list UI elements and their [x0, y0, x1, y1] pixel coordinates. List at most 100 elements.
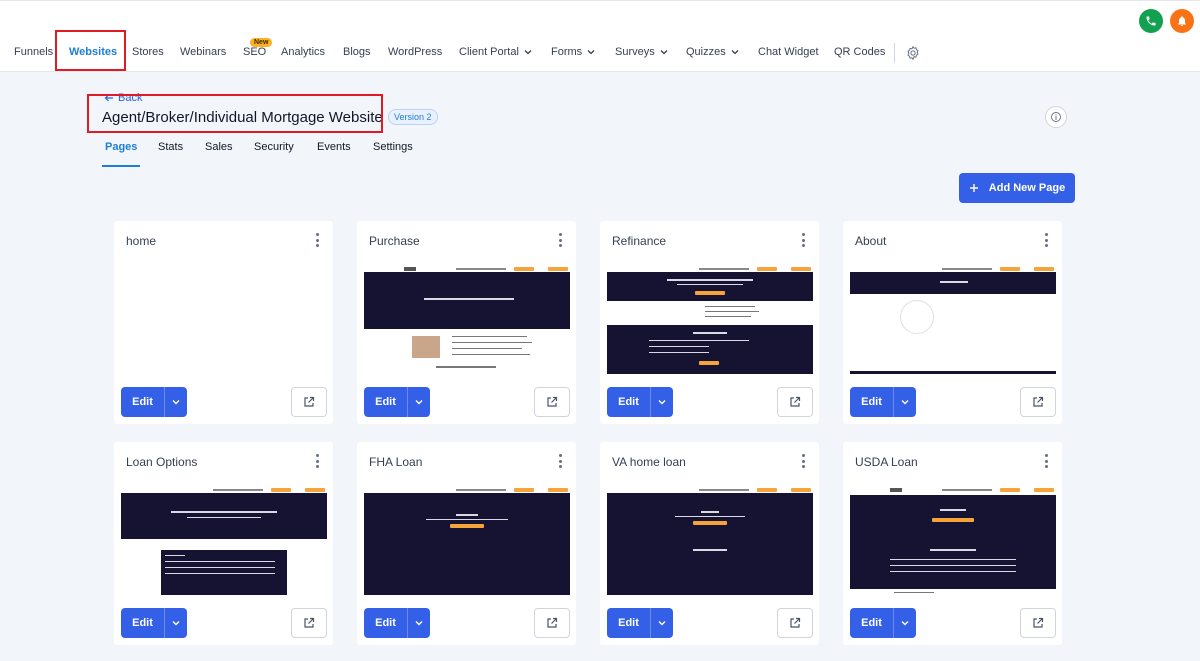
page-name: Refinance — [612, 234, 667, 248]
page-thumbnail[interactable] — [121, 266, 327, 374]
page-thumbnail[interactable] — [364, 266, 570, 374]
nav-seo[interactable]: SEO — [243, 46, 266, 58]
edit-button[interactable]: Edit — [850, 608, 893, 638]
tab-pages[interactable]: Pages — [105, 141, 137, 153]
page-name: Purchase — [369, 234, 420, 248]
add-new-page-button[interactable]: Add New Page — [959, 173, 1075, 203]
chevron-down-icon — [658, 400, 666, 405]
edit-dropdown-button[interactable] — [164, 387, 187, 417]
edit-dropdown-button[interactable] — [893, 608, 916, 638]
edit-button-group: Edit — [121, 387, 187, 417]
title-highlight-box — [87, 94, 383, 133]
page-thumbnail[interactable] — [121, 487, 327, 595]
external-link-icon — [790, 396, 801, 407]
page-thumbnail[interactable] — [364, 487, 570, 595]
open-external-button[interactable] — [534, 387, 570, 417]
page-thumbnail[interactable] — [607, 266, 813, 374]
nav-blogs[interactable]: Blogs — [343, 46, 371, 58]
open-external-button[interactable] — [777, 608, 813, 638]
phone-icon — [1146, 16, 1156, 26]
chevron-down-icon — [660, 50, 668, 55]
edit-button[interactable]: Edit — [364, 608, 407, 638]
edit-button[interactable]: Edit — [850, 387, 893, 417]
more-options-icon[interactable] — [315, 233, 319, 247]
edit-dropdown-button[interactable] — [407, 387, 430, 417]
open-external-button[interactable] — [1020, 387, 1056, 417]
nav-label: SEO — [243, 46, 267, 58]
more-options-icon[interactable] — [1044, 454, 1048, 468]
nav-wordpress[interactable]: WordPress — [388, 46, 442, 58]
nav-stores[interactable]: Stores — [132, 46, 164, 58]
nav-label: Client Portal — [459, 46, 519, 58]
chevron-down-icon — [172, 400, 180, 405]
nav-forms[interactable]: Forms — [551, 46, 596, 58]
tab-stats[interactable]: Stats — [158, 141, 183, 153]
more-options-icon[interactable] — [1044, 233, 1048, 247]
gear-icon[interactable] — [905, 45, 921, 61]
edit-dropdown-button[interactable] — [164, 608, 187, 638]
more-options-icon[interactable] — [558, 454, 562, 468]
open-external-button[interactable] — [1020, 608, 1056, 638]
open-external-button[interactable] — [777, 387, 813, 417]
version-badge: Version 2 — [388, 109, 438, 125]
page-card-usda-loan: USDA Loan Edit — [843, 442, 1062, 645]
open-external-button[interactable] — [291, 608, 327, 638]
external-link-icon — [790, 617, 801, 628]
nav-analytics[interactable]: Analytics — [281, 46, 325, 58]
page-name: home — [126, 234, 157, 248]
nav-label: Surveys — [615, 46, 655, 58]
notifications-button[interactable] — [1170, 9, 1194, 33]
external-link-icon — [304, 617, 315, 628]
tab-security[interactable]: Security — [254, 141, 294, 153]
nav-label: WordPress — [388, 46, 443, 58]
chevron-down-icon — [731, 50, 739, 55]
nav-client-portal[interactable]: Client Portal — [459, 46, 533, 58]
nav-quizzes[interactable]: Quizzes — [686, 46, 740, 58]
nav-qr-codes[interactable]: QR Codes — [834, 46, 885, 58]
chevron-down-icon — [524, 50, 532, 55]
nav-label: Forms — [551, 46, 583, 58]
edit-button[interactable]: Edit — [121, 608, 164, 638]
page-card-about: About Edit — [843, 221, 1062, 424]
chevron-down-icon — [172, 621, 180, 626]
edit-dropdown-button[interactable] — [893, 387, 916, 417]
tab-settings[interactable]: Settings — [373, 141, 413, 153]
edit-dropdown-button[interactable] — [650, 608, 673, 638]
tab-events[interactable]: Events — [317, 141, 351, 153]
edit-button[interactable]: Edit — [607, 387, 650, 417]
page-thumbnail[interactable] — [850, 487, 1056, 595]
page-thumbnail[interactable] — [607, 487, 813, 595]
nav-funnels[interactable]: Funnels — [14, 46, 53, 58]
edit-button[interactable]: Edit — [607, 608, 650, 638]
edit-dropdown-button[interactable] — [407, 608, 430, 638]
edit-button[interactable]: Edit — [364, 387, 407, 417]
chevron-down-icon — [658, 621, 666, 626]
open-external-button[interactable] — [534, 608, 570, 638]
info-button[interactable] — [1045, 106, 1067, 128]
edit-button-group: Edit — [607, 608, 673, 638]
more-options-icon[interactable] — [315, 454, 319, 468]
edit-button-group: Edit — [121, 608, 187, 638]
chevron-down-icon — [415, 400, 423, 405]
nav-label: Analytics — [281, 46, 326, 58]
open-external-button[interactable] — [291, 387, 327, 417]
chevron-down-icon — [587, 50, 595, 55]
nav-chat-widget[interactable]: Chat Widget — [758, 46, 819, 58]
more-options-icon[interactable] — [801, 454, 805, 468]
nav-webinars[interactable]: Webinars — [180, 46, 226, 58]
active-tab-indicator — [102, 165, 140, 167]
nav-label: Stores — [132, 46, 164, 58]
plus-icon — [969, 184, 978, 192]
edit-button[interactable]: Edit — [121, 387, 164, 417]
nav-surveys[interactable]: Surveys — [615, 46, 669, 58]
phone-button[interactable] — [1139, 9, 1163, 33]
page-name: VA home loan — [612, 455, 686, 469]
edit-dropdown-button[interactable] — [650, 387, 673, 417]
page-thumbnail[interactable] — [850, 266, 1056, 374]
page-card-fha-loan: FHA Loan Edit — [357, 442, 576, 645]
more-options-icon[interactable] — [801, 233, 805, 247]
nav-label: Funnels — [14, 46, 54, 58]
tab-sales[interactable]: Sales — [205, 141, 233, 153]
websites-highlight-box — [55, 30, 126, 71]
more-options-icon[interactable] — [558, 233, 562, 247]
